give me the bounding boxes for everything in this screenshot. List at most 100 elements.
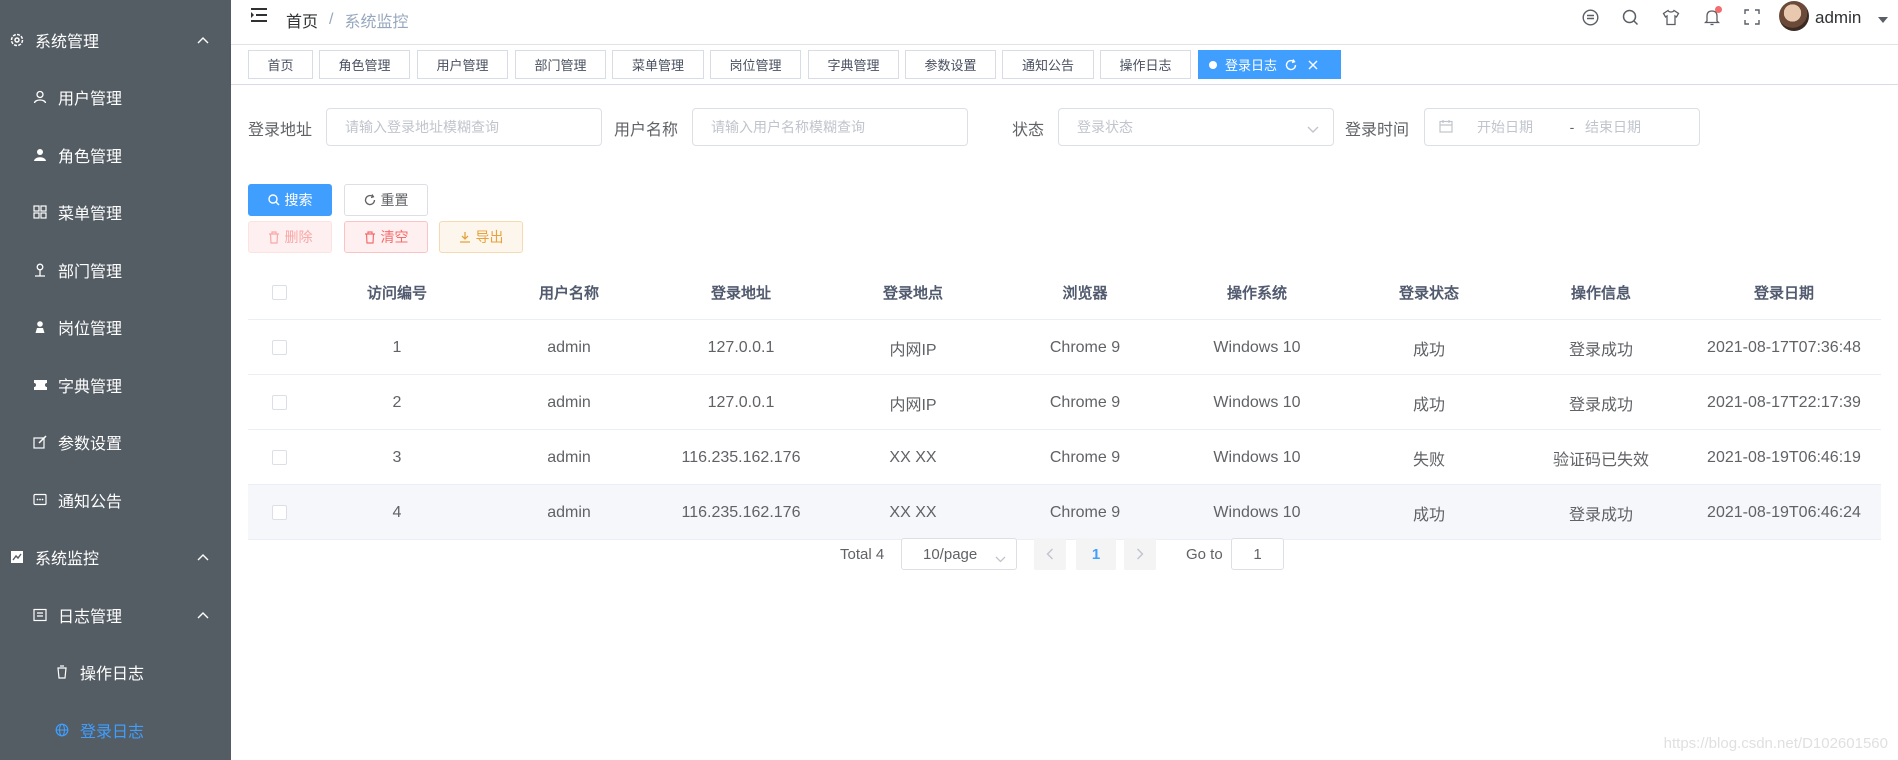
sidebar-item-posts[interactable]: 岗位管理 xyxy=(0,298,231,355)
close-icon[interactable] xyxy=(1308,60,1318,70)
sidebar-item-system-monitor[interactable]: 系统监控 xyxy=(0,528,231,585)
column-header[interactable]: 浏览器 xyxy=(999,265,1171,320)
username-field[interactable] xyxy=(692,108,968,146)
avatar[interactable] xyxy=(1779,1,1809,31)
clean-button-label: 清空 xyxy=(380,229,409,245)
refresh-icon[interactable] xyxy=(1285,58,1297,71)
column-header[interactable]: 访问编号 xyxy=(311,265,483,320)
reset-button[interactable]: 重置 xyxy=(344,184,428,216)
select-all-checkbox[interactable] xyxy=(272,285,287,300)
ipaddr-field[interactable] xyxy=(326,108,602,146)
table-cell: 127.0.0.1 xyxy=(707,393,775,411)
column-header[interactable]: 操作系统 xyxy=(1171,265,1343,320)
export-button[interactable]: 导出 xyxy=(439,221,523,253)
sidebar-item-login-log[interactable]: 登录日志 xyxy=(0,701,231,758)
status-label: 状态 xyxy=(1012,122,1045,139)
tag-notices[interactable]: 通知公告 xyxy=(1002,50,1094,79)
username[interactable]: admin xyxy=(1815,8,1861,28)
table-row[interactable]: 3 admin 116.235.162.176 XX XX Chrome 9 W… xyxy=(248,430,1881,485)
tag-users[interactable]: 用户管理 xyxy=(417,50,508,79)
prev-page-button[interactable] xyxy=(1034,538,1066,570)
clean-button[interactable]: 清空 xyxy=(344,221,428,253)
login-time-range[interactable]: 开始日期 - 结束日期 xyxy=(1424,108,1700,146)
row-checkbox[interactable] xyxy=(272,340,287,355)
column-header[interactable]: 登录日期 xyxy=(1687,265,1881,320)
tag-departments[interactable]: 部门管理 xyxy=(515,50,606,79)
caret-down-icon[interactable] xyxy=(1878,10,1888,26)
tag-posts[interactable]: 岗位管理 xyxy=(710,50,801,79)
ipaddr-input[interactable] xyxy=(345,119,601,135)
sidebar-item-departments[interactable]: 部门管理 xyxy=(0,241,231,298)
tag-parameters[interactable]: 参数设置 xyxy=(905,50,996,79)
tag-roles[interactable]: 角色管理 xyxy=(319,50,410,79)
sidebar-item-log-management[interactable]: 日志管理 xyxy=(0,586,231,643)
tag-home[interactable]: 首页 xyxy=(248,50,313,79)
breadcrumb-home[interactable]: 首页 xyxy=(286,8,318,32)
chevron-down-icon xyxy=(1307,121,1319,137)
search-icon[interactable] xyxy=(1619,6,1641,28)
page-number-current[interactable]: 1 xyxy=(1076,538,1116,570)
user-filled-icon xyxy=(31,146,49,164)
column-header[interactable]: 登录地址 xyxy=(655,265,827,320)
username-input[interactable] xyxy=(711,119,967,135)
sidebar-item-parameters[interactable]: 参数设置 xyxy=(0,413,231,470)
table-cell: 登录成功 xyxy=(1568,396,1633,414)
delete-button[interactable]: 删除 xyxy=(248,221,332,253)
column-header[interactable]: 登录地点 xyxy=(827,265,999,320)
sidebar-item-operation-log[interactable]: 操作日志 xyxy=(0,643,231,700)
sidebar-item-roles[interactable]: 角色管理 xyxy=(0,126,231,183)
column-header[interactable]: 操作信息 xyxy=(1515,265,1687,320)
sidebar-item-label: 岗位管理 xyxy=(58,320,123,338)
sidebar-item-notices[interactable]: 通知公告 xyxy=(0,471,231,528)
goto-page-input[interactable]: 1 xyxy=(1231,538,1284,570)
table-row[interactable]: 4 admin 116.235.162.176 XX XX Chrome 9 W… xyxy=(248,485,1881,540)
table-row[interactable]: 1 admin 127.0.0.1 内网IP Chrome 9 Windows … xyxy=(248,320,1881,375)
sidebar-item-label: 登录日志 xyxy=(80,723,145,741)
column-header[interactable]: 用户名称 xyxy=(483,265,655,320)
next-page-button[interactable] xyxy=(1124,538,1156,570)
column-header[interactable]: 登录状态 xyxy=(1343,265,1515,320)
search-button[interactable]: 搜索 xyxy=(248,184,332,216)
table-row[interactable]: 2 admin 127.0.0.1 内网IP Chrome 9 Windows … xyxy=(248,375,1881,430)
row-select-cell xyxy=(248,485,311,540)
status-select[interactable]: 登录状态 xyxy=(1058,108,1334,146)
tag-operation-log[interactable]: 操作日志 xyxy=(1100,50,1191,79)
edit-icon xyxy=(31,433,49,451)
sidebar-item-menus[interactable]: 菜单管理 xyxy=(0,183,231,240)
log-icon xyxy=(31,606,49,624)
theme-shirt-icon[interactable] xyxy=(1660,6,1682,28)
download-icon xyxy=(459,231,471,243)
trash-icon xyxy=(364,230,376,244)
row-checkbox[interactable] xyxy=(272,505,287,520)
sidebar-item-label: 角色管理 xyxy=(58,148,123,166)
page-size-select[interactable]: 10/page xyxy=(901,538,1017,570)
table-cell: 1 xyxy=(392,338,402,356)
table-cell: 3 xyxy=(392,448,402,466)
hamburger-icon[interactable] xyxy=(250,7,270,27)
sidebar-item-label: 部门管理 xyxy=(58,263,123,281)
select-all-cell xyxy=(248,265,311,320)
document-icon[interactable] xyxy=(1579,6,1601,28)
gear-icon xyxy=(8,31,26,49)
tag-login-log[interactable]: 登录日志 xyxy=(1198,50,1341,79)
sidebar-item-label: 系统监控 xyxy=(35,550,100,568)
sidebar-item-label: 日志管理 xyxy=(58,608,123,626)
tag-dictionary[interactable]: 字典管理 xyxy=(808,50,899,79)
row-checkbox[interactable] xyxy=(272,395,287,410)
tag-menus[interactable]: 菜单管理 xyxy=(612,50,704,79)
sidebar-item-dictionary[interactable]: 字典管理 xyxy=(0,356,231,413)
sidebar: 系统管理 用户管理 角色管理 菜单管理 部门管理 岗位管理 字典管理 参数设置 … xyxy=(0,0,231,760)
table-cell: 成功 xyxy=(1412,341,1445,359)
start-date-placeholder[interactable]: 开始日期 xyxy=(1477,117,1561,137)
sidebar-item-system-management[interactable]: 系统管理 xyxy=(0,11,231,68)
fullscreen-icon[interactable] xyxy=(1741,6,1763,28)
row-checkbox[interactable] xyxy=(272,450,287,465)
sidebar-item-label: 系统管理 xyxy=(35,33,100,51)
end-date-placeholder[interactable]: 结束日期 xyxy=(1585,117,1641,137)
bell-icon[interactable] xyxy=(1701,6,1723,28)
watermark-text: https://blog.csdn.net/D102601560 xyxy=(1663,735,1888,752)
sidebar-item-users[interactable]: 用户管理 xyxy=(0,68,231,125)
username-label: 用户名称 xyxy=(614,122,679,139)
sidebar-item-label: 参数设置 xyxy=(58,435,123,453)
calendar-icon xyxy=(1439,119,1453,136)
